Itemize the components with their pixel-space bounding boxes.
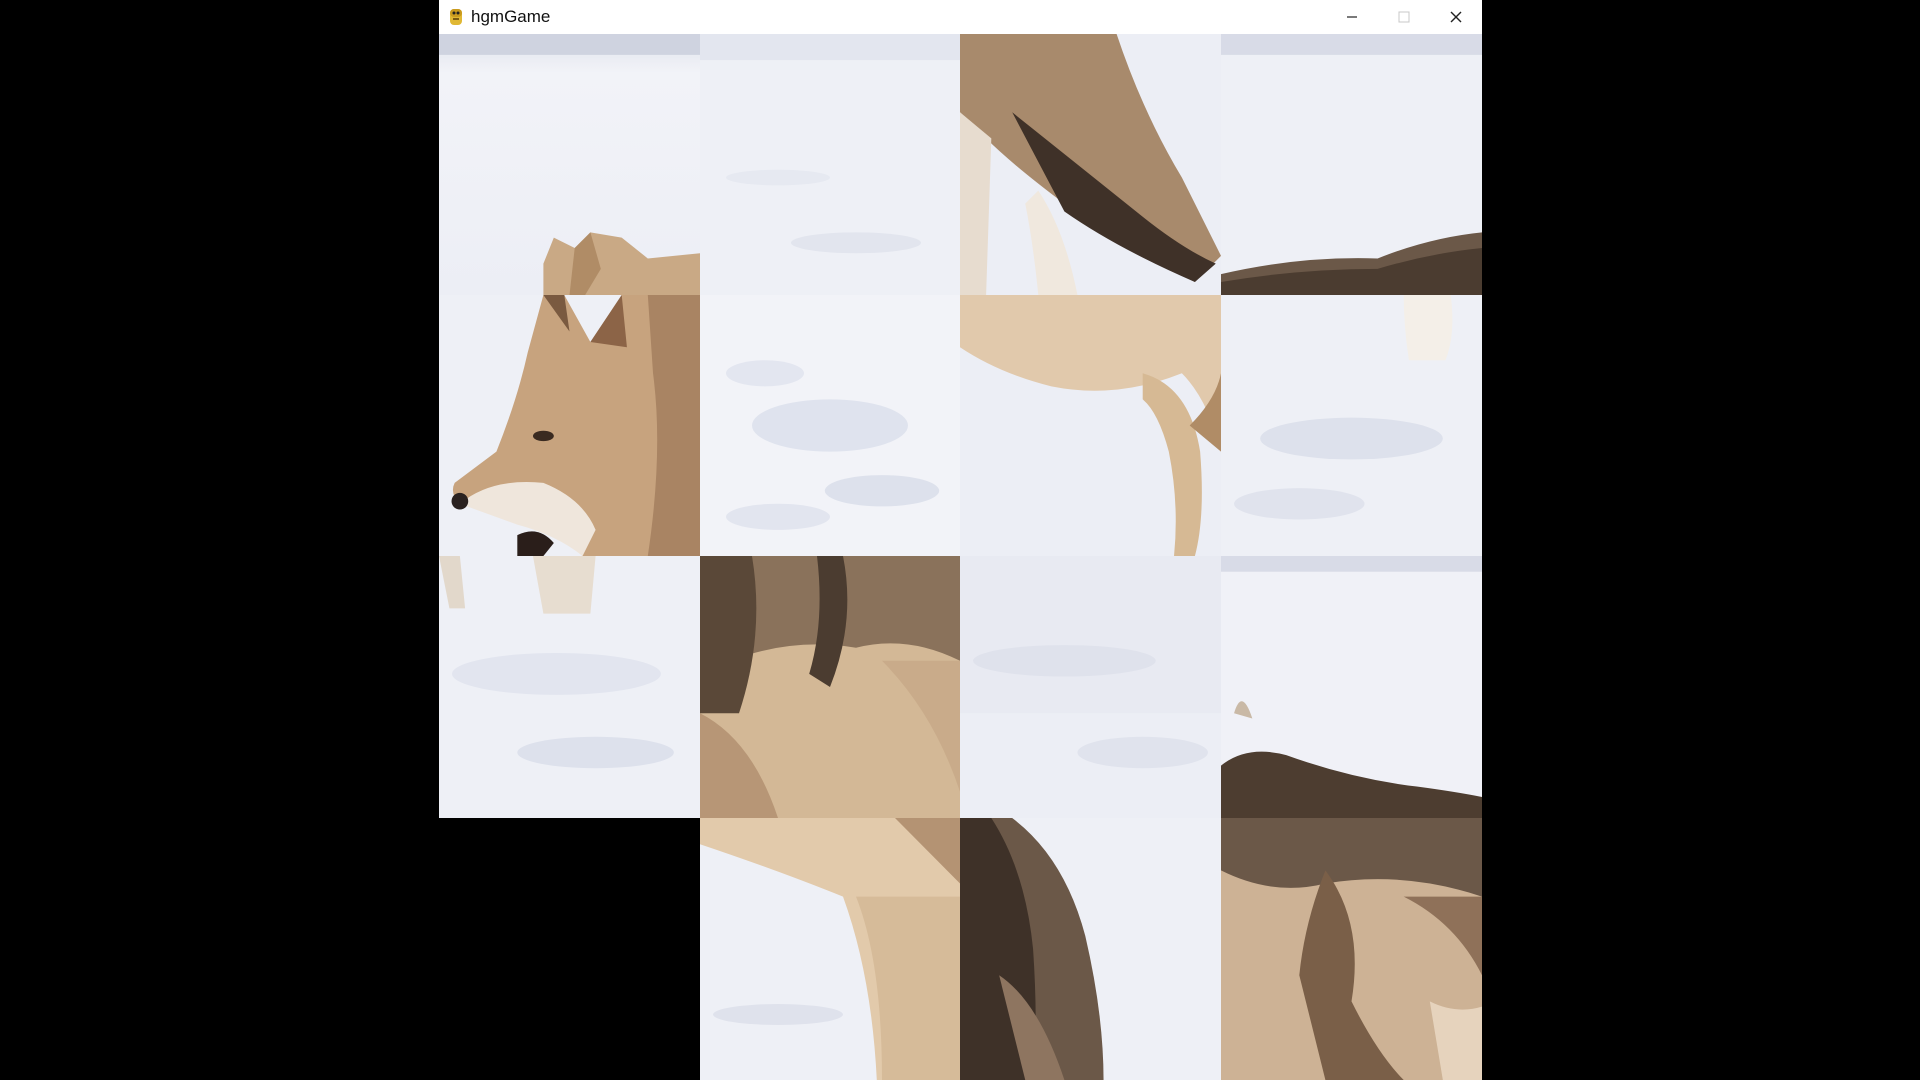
puzzle-tile[interactable] [1221, 34, 1482, 295]
close-button[interactable] [1430, 0, 1482, 34]
puzzle-tile[interactable] [439, 34, 700, 295]
puzzle-tile[interactable] [1221, 295, 1482, 556]
puzzle-tile[interactable] [439, 556, 700, 818]
puzzle-tile[interactable] [700, 295, 960, 556]
python-snake-icon [450, 9, 462, 25]
minimize-button[interactable] [1326, 0, 1378, 34]
puzzle-tile[interactable] [960, 556, 1221, 818]
puzzle-tile[interactable] [960, 818, 1221, 1080]
window-controls [1326, 0, 1482, 34]
maximize-button[interactable] [1378, 0, 1430, 34]
puzzle-tile[interactable] [700, 34, 960, 295]
game-window: hgmGame [439, 0, 1482, 1080]
window-title: hgmGame [471, 7, 551, 26]
empty-tile[interactable] [439, 818, 700, 1080]
minimize-icon [1347, 16, 1357, 18]
puzzle-tile[interactable] [1221, 818, 1482, 1080]
puzzle-tile[interactable] [700, 556, 960, 818]
maximize-icon [1398, 11, 1410, 23]
puzzle-tile[interactable] [960, 34, 1221, 295]
puzzle-tile[interactable] [439, 295, 700, 556]
close-icon [1450, 11, 1462, 23]
puzzle-board [439, 34, 1482, 1080]
puzzle-tile[interactable] [960, 295, 1221, 556]
puzzle-tile[interactable] [700, 818, 960, 1080]
title-bar[interactable]: hgmGame [439, 0, 1482, 34]
puzzle-tile[interactable] [1221, 556, 1482, 818]
